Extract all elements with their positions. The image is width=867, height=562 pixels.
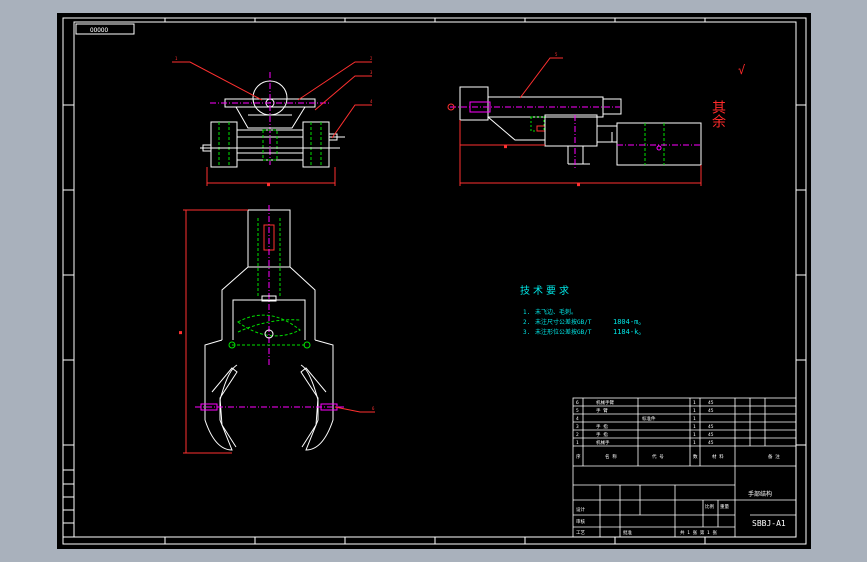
tech-item-2-extra: 1804-m。: [613, 318, 645, 326]
bom-2-qty: 1: [693, 432, 696, 438]
tech-item-1-num: 1.: [523, 309, 530, 316]
title-weight: 重量: [720, 503, 729, 510]
roughness-symbol: √: [738, 63, 745, 77]
bom-4-code: 标准件: [642, 415, 656, 422]
drawing-number: SBBJ-A1: [752, 519, 786, 528]
title-sheet: 共 1 张 第 1 张: [680, 529, 717, 536]
bom-1-mat: 45: [708, 440, 714, 446]
tech-item-2-num: 2.: [523, 319, 530, 326]
bom-header-code: 代 号: [652, 453, 664, 460]
bom-1-name: 机械手: [596, 439, 610, 446]
bom-4-no: 4: [576, 416, 579, 422]
bom-2-mat: 45: [708, 432, 714, 438]
dim-side-2: ■: [577, 182, 580, 188]
tech-item-1-text: 未飞边、毛刺。: [535, 308, 577, 316]
dim-side-1: ■: [504, 144, 507, 150]
title-scale: 比例: [705, 503, 714, 510]
bom-6-mat: 45: [708, 400, 714, 406]
bom-5-qty: 1: [693, 408, 696, 414]
bom-5-name: 手 臂: [596, 407, 608, 414]
bom-2-name: 手 指: [596, 431, 608, 438]
bom-2-no: 2: [576, 432, 579, 438]
bom-header-qty: 数: [693, 453, 698, 460]
bom-header-no: 序: [576, 453, 581, 460]
bom-header-name: 名 称: [605, 453, 617, 460]
bom-header-note: 备 注: [768, 453, 780, 460]
title-design: 设计: [576, 506, 585, 513]
bom-1-no: 1: [576, 440, 579, 446]
title-check: 审核: [576, 518, 585, 525]
bom-6-name: 机械手臂: [596, 399, 614, 406]
bom-3-name: 手 指: [596, 423, 608, 430]
title-approve: 批准: [623, 529, 632, 536]
bom-1-qty: 1: [693, 440, 696, 446]
tech-item-3-extra: 1184-k。: [613, 328, 645, 336]
bom-header-mat: 材 料: [712, 453, 724, 460]
drawing-name: 手部结构: [748, 490, 772, 498]
roughness-label: 其余: [710, 100, 726, 129]
cad-drawing: ΟΟΟΟΟ ■ 1 2 3 4 ■ ■ 5 ■ 6 其余 √ 技术要求 1. 未…: [57, 13, 811, 549]
tech-item-3-text: 未注形位公差按GB/T: [535, 328, 592, 336]
tech-heading: 技术要求: [520, 284, 572, 297]
tech-item-2-text: 未注尺寸公差按GB/T: [535, 318, 592, 326]
bom-6-qty: 1: [693, 400, 696, 406]
bom-3-qty: 1: [693, 424, 696, 430]
tech-item-3-num: 3.: [523, 329, 530, 336]
bom-3-no: 3: [576, 424, 579, 430]
bom-3-mat: 45: [708, 424, 714, 430]
title-process: 工艺: [576, 530, 585, 536]
paper: [57, 13, 811, 549]
bom-4-qty: 1: [693, 416, 696, 422]
bom-5-mat: 45: [708, 408, 714, 414]
bom-5-no: 5: [576, 408, 579, 414]
drawing-code-text: ΟΟΟΟΟ: [90, 27, 108, 34]
bom-6-no: 6: [576, 400, 579, 406]
dim-front: ■: [267, 182, 270, 188]
dim-gripper: ■: [179, 330, 182, 336]
